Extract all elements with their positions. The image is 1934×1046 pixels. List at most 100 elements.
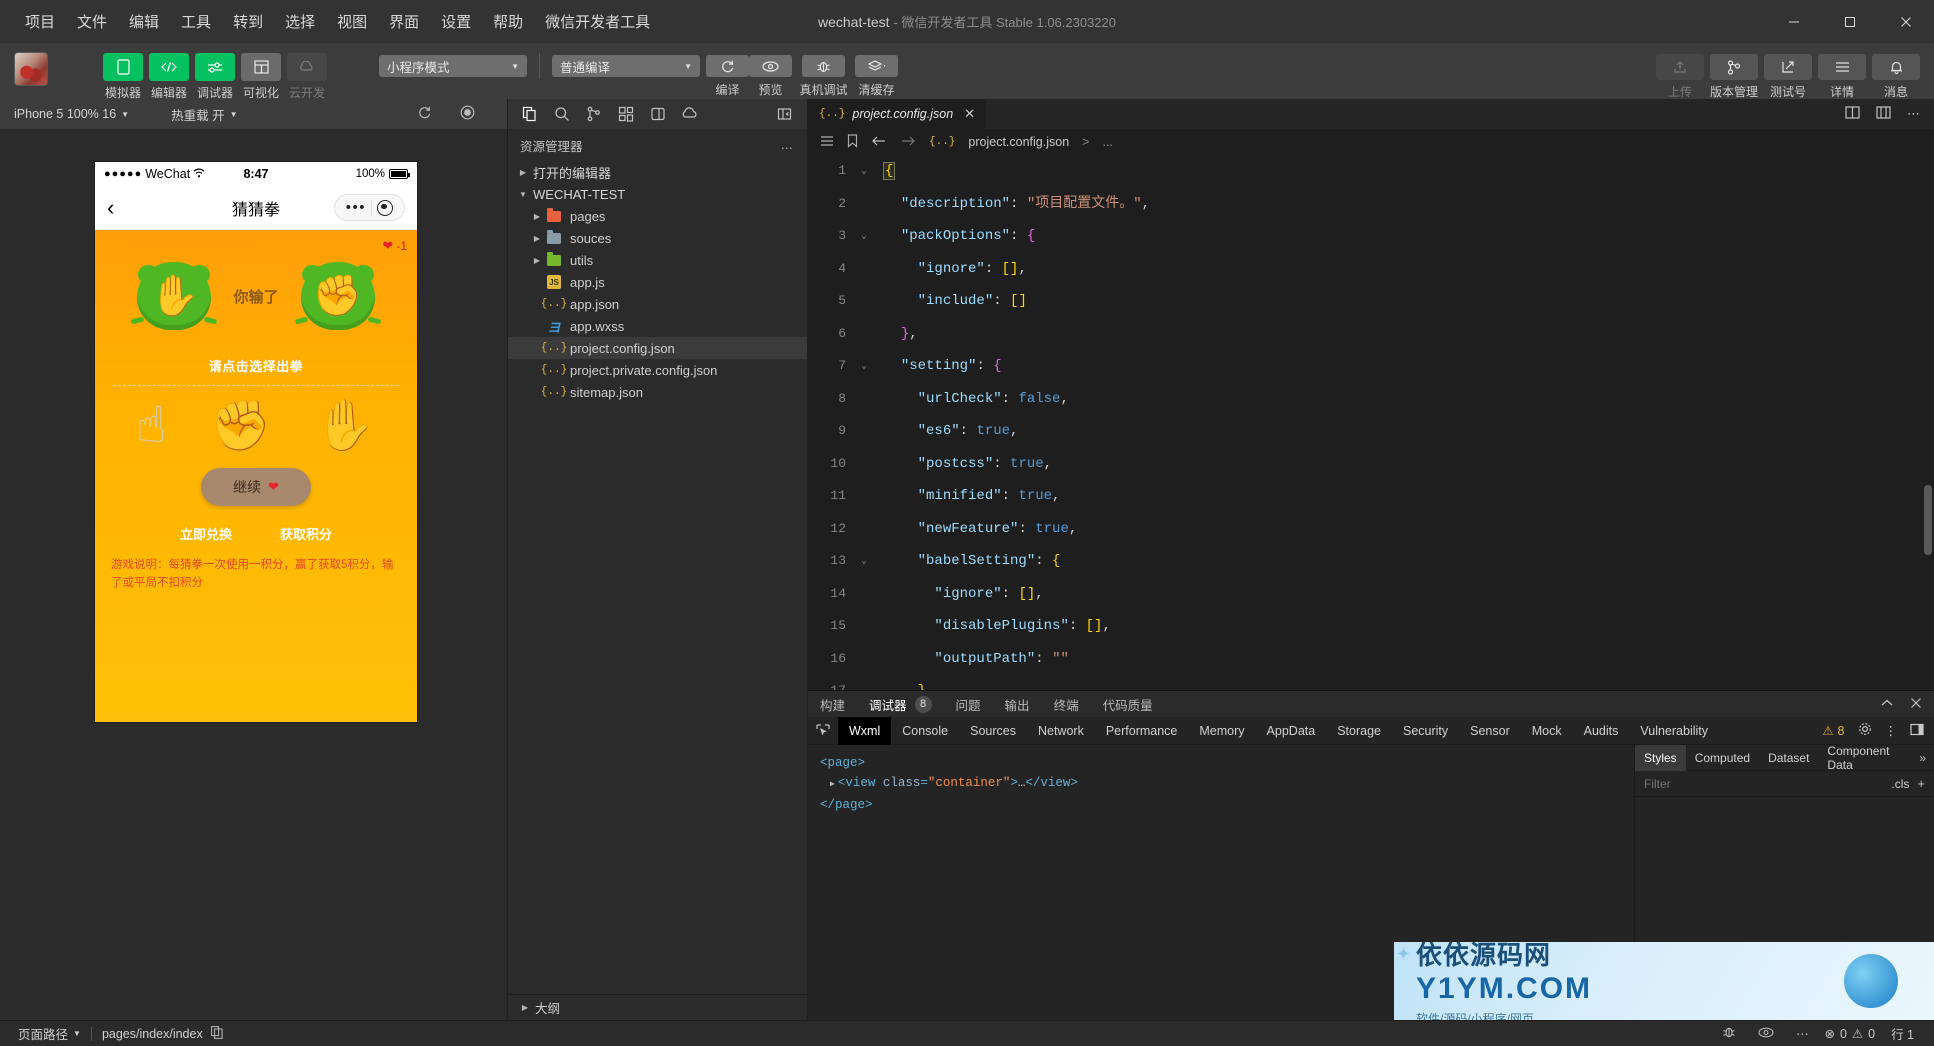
styles-filter-input[interactable]: [1644, 776, 1884, 791]
tree-item-souces[interactable]: ▶ souces: [508, 227, 807, 249]
bookmark-icon[interactable]: [847, 133, 858, 151]
back-arrow-icon[interactable]: [871, 135, 887, 150]
back-chevron-icon[interactable]: ‹: [107, 196, 114, 219]
choice-scissors[interactable]: ☝: [136, 400, 166, 450]
minimize-button[interactable]: [1766, 0, 1822, 43]
panel-tab-network[interactable]: Network: [1027, 717, 1095, 745]
maximize-button[interactable]: [1822, 0, 1878, 43]
cls-toggle[interactable]: .cls: [1891, 777, 1909, 791]
gear-icon[interactable]: [1858, 722, 1872, 739]
menu-item-select[interactable]: 选择: [274, 7, 326, 36]
version-control-button[interactable]: 版本管理: [1710, 43, 1758, 100]
wxml-node[interactable]: </page>: [820, 795, 1622, 815]
close-icon[interactable]: ✕: [964, 106, 975, 122]
tree-item-app-wxss[interactable]: ▶ ヨ app.wxss: [508, 315, 807, 337]
compile-button[interactable]: 编译: [706, 43, 749, 98]
refresh-icon[interactable]: [417, 105, 432, 123]
hot-reload-select[interactable]: 热重载 开 ▼: [171, 105, 237, 124]
tree-open-editors[interactable]: ▶ 打开的编辑器: [508, 161, 807, 183]
toggle-cloud-button[interactable]: 云开发: [287, 43, 327, 101]
tree-item-project-config-json[interactable]: ▶ {..} project.config.json: [508, 337, 807, 359]
breadcrumb-tail[interactable]: ...: [1102, 135, 1112, 149]
menu-item-project[interactable]: 项目: [14, 7, 66, 36]
panel-tab-sources[interactable]: Sources: [959, 717, 1027, 745]
menu-item-ui[interactable]: 界面: [378, 7, 430, 36]
fold-toggle[interactable]: ⌄: [854, 350, 874, 383]
tab-build[interactable]: 构建: [820, 695, 845, 714]
collapse-panel-icon[interactable]: [769, 99, 801, 129]
menu-item-goto[interactable]: 转到: [222, 7, 274, 36]
panel-tab-storage[interactable]: Storage: [1326, 717, 1392, 745]
editor-tab-project-config[interactable]: {..} project.config.json ✕: [808, 99, 988, 129]
cursor-position[interactable]: 行 1: [1891, 1024, 1914, 1043]
user-avatar[interactable]: [14, 52, 48, 86]
preview-button[interactable]: 预览: [749, 43, 792, 98]
fold-toggle[interactable]: ⌄: [854, 155, 874, 188]
add-rule-button[interactable]: +: [1917, 776, 1925, 791]
menu-item-devtools[interactable]: 微信开发者工具: [534, 7, 661, 36]
wxml-node[interactable]: <page>: [820, 753, 1622, 773]
mode-select[interactable]: 小程序模式 ▼: [379, 55, 527, 77]
toggle-visual-button[interactable]: 可视化: [241, 43, 281, 101]
kebab-icon[interactable]: ⋮: [1885, 723, 1898, 738]
tree-item-pages[interactable]: ▶ pages: [508, 205, 807, 227]
capsule-close-icon[interactable]: [377, 199, 393, 216]
capsule-menu-icon[interactable]: •••: [341, 199, 371, 216]
more-icon[interactable]: ⋯: [1796, 1026, 1809, 1041]
panel-tab-performance[interactable]: Performance: [1095, 717, 1189, 745]
debug-icon[interactable]: [642, 99, 674, 129]
tab-code-quality[interactable]: 代码质量: [1103, 695, 1153, 714]
device-select[interactable]: iPhone 5 100% 16 ▼: [14, 107, 129, 121]
page-path-select[interactable]: 页面路径 ▼: [0, 1024, 81, 1043]
tree-item-app-json[interactable]: ▶ {..} app.json: [508, 293, 807, 315]
toggle-editor-button[interactable]: 编辑器: [149, 43, 189, 101]
menu-item-view[interactable]: 视图: [326, 7, 378, 36]
inspect-icon[interactable]: [808, 723, 838, 738]
fold-toggle[interactable]: ⌄: [854, 220, 874, 253]
toggle-simulator-button[interactable]: 模拟器: [103, 43, 143, 101]
styles-tab-computed[interactable]: Computed: [1686, 745, 1759, 771]
extensions-icon[interactable]: [610, 99, 642, 129]
menu-item-file[interactable]: 文件: [66, 7, 118, 36]
wxml-node[interactable]: ▶ <view class="container">…</view>: [820, 773, 1622, 795]
toggle-debugger-button[interactable]: 调试器: [195, 43, 235, 101]
tree-item-project-private-config-json[interactable]: ▶ {..} project.private.config.json: [508, 359, 807, 381]
tab-output[interactable]: 输出: [1005, 695, 1030, 714]
record-icon[interactable]: [460, 105, 475, 123]
forward-arrow-icon[interactable]: [900, 135, 916, 150]
tree-item-app-js[interactable]: ▶ JS app.js: [508, 271, 807, 293]
choice-rock[interactable]: ✊: [209, 400, 271, 450]
panel-tab-wxml[interactable]: Wxml: [838, 716, 892, 745]
menu-item-tools[interactable]: 工具: [170, 7, 222, 36]
panel-tab-appdata[interactable]: AppData: [1256, 717, 1327, 745]
messages-button[interactable]: 消息: [1872, 43, 1920, 100]
chevron-up-icon[interactable]: [1880, 697, 1894, 712]
breadcrumb-file[interactable]: project.config.json: [968, 135, 1069, 149]
styles-more-icon[interactable]: »: [1919, 751, 1934, 765]
chevron-right-icon[interactable]: ▶: [830, 780, 835, 789]
split-editor-icon[interactable]: [1845, 105, 1860, 123]
panel-tab-security[interactable]: Security: [1392, 717, 1459, 745]
panel-tab-console[interactable]: Console: [891, 717, 959, 745]
eye-icon[interactable]: [1758, 1027, 1774, 1041]
menu-item-edit[interactable]: 编辑: [118, 7, 170, 36]
get-points-link[interactable]: 获取积分: [280, 524, 332, 543]
source-control-icon[interactable]: [578, 99, 610, 129]
menu-item-settings[interactable]: 设置: [430, 7, 482, 36]
real-device-debug-button[interactable]: 真机调试: [800, 43, 848, 98]
cloud-icon[interactable]: [674, 99, 706, 129]
tree-item-utils[interactable]: ▶ utils: [508, 249, 807, 271]
test-account-button[interactable]: 测试号: [1764, 43, 1812, 100]
more-icon[interactable]: ⋯: [1907, 106, 1920, 122]
close-icon[interactable]: [1910, 697, 1922, 712]
dock-icon[interactable]: [1910, 723, 1924, 739]
editor-scrollbar[interactable]: [1924, 485, 1932, 555]
code-editor[interactable]: 1 ⌄ {2 "description": "项目配置文件。", 3 ⌄ "packOp…: [808, 155, 1934, 690]
tree-project-root[interactable]: ▼ WECHAT-TEST: [508, 183, 807, 205]
upload-button[interactable]: 上传: [1656, 43, 1704, 100]
copy-icon[interactable]: [210, 1025, 223, 1042]
continue-button[interactable]: 继续 ❤: [201, 468, 311, 506]
styles-tab-component-data[interactable]: Component Data: [1818, 744, 1919, 772]
compile-select[interactable]: 普通编译 ▼: [552, 55, 700, 77]
editor-layout-icon[interactable]: [1876, 105, 1891, 123]
